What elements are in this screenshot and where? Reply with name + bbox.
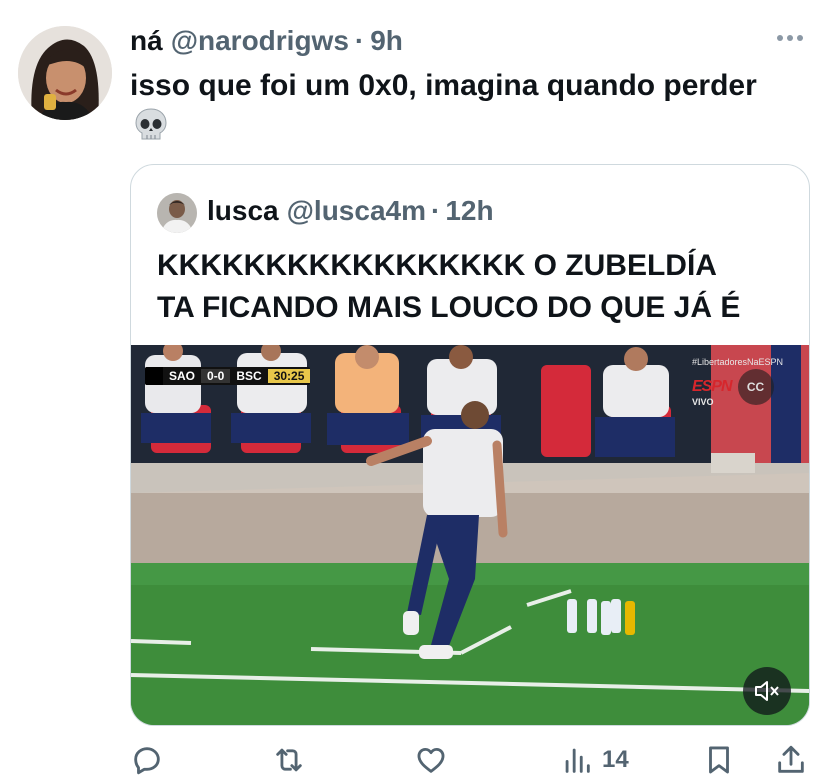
tweet-time[interactable]: 9h — [370, 25, 403, 57]
away-team: BSC — [236, 369, 262, 383]
video-player[interactable]: SAO 0-0 BSC 30:25 #LibertadoresNaESPN ES… — [131, 345, 809, 725]
separator-dot: · — [354, 25, 365, 56]
tweet: ná @narodrigws · 9h isso que foi um 0x0,… — [0, 0, 828, 776]
author-handle[interactable]: @narodrigws — [171, 25, 349, 57]
like-button[interactable] — [414, 740, 456, 776]
match-clock: 30:25 — [267, 369, 311, 383]
retweet-icon — [276, 748, 302, 772]
speaker-muted-icon — [755, 681, 779, 701]
bookmark-icon — [709, 746, 729, 774]
quoted-author-handle[interactable]: @lusca4m — [287, 195, 426, 227]
share-button[interactable] — [774, 740, 808, 776]
views-bar-chart-icon — [565, 748, 590, 773]
tweet-text: isso que foi um 0x0, imagina quando perd… — [130, 69, 757, 102]
retweet-button[interactable] — [272, 740, 314, 776]
separator-dot: · — [430, 195, 441, 226]
captions-icon[interactable]: CC — [737, 369, 774, 405]
views-count: 14 — [602, 746, 629, 773]
author-name[interactable]: ná — [130, 25, 163, 57]
quoted-text-line-1: KKKKKKKKKKKKKKKKK O ZUBELDÍA — [157, 249, 717, 282]
skull-emoji-icon — [132, 106, 170, 144]
views-button[interactable]: 14 — [560, 740, 629, 776]
quoted-author-name[interactable]: lusca — [207, 195, 279, 227]
mute-button[interactable] — [743, 667, 791, 715]
action-bar: 14 — [130, 740, 810, 776]
match-score: 0-0 — [201, 369, 231, 383]
broadcast-overlay: #LibertadoresNaESPN ESPN CC VIVO — [692, 357, 783, 407]
share-icon — [778, 745, 804, 773]
quoted-tweet-header: lusca @lusca4m · 12h — [207, 195, 494, 227]
more-options-icon[interactable] — [774, 28, 806, 48]
network-logo: ESPN — [691, 378, 733, 395]
quoted-author-avatar[interactable] — [157, 193, 197, 233]
author-avatar[interactable] — [18, 26, 112, 120]
quoted-tweet-text: KKKKKKKKKKKKKKKKK O ZUBELDÍA TA FICANDO … — [157, 245, 797, 329]
broadcast-hashtag: #LibertadoresNaESPN — [691, 357, 783, 367]
reply-icon — [134, 747, 160, 775]
home-team: SAO — [169, 369, 196, 383]
scoreboard: SAO 0-0 BSC 30:25 — [145, 367, 311, 385]
quoted-tweet[interactable]: lusca @lusca4m · 12h KKKKKKKKKKKKKKKKK O… — [130, 164, 810, 726]
tweet-header: ná @narodrigws · 9h — [130, 24, 403, 58]
heart-icon — [417, 747, 445, 773]
reply-button[interactable] — [130, 740, 172, 776]
quoted-tweet-time[interactable]: 12h — [445, 195, 493, 227]
tournament-logo-icon — [145, 367, 163, 385]
bookmark-button[interactable] — [702, 740, 736, 776]
quoted-text-line-2: TA FICANDO MAIS LOUCO DO QUE JÁ É — [157, 291, 741, 324]
